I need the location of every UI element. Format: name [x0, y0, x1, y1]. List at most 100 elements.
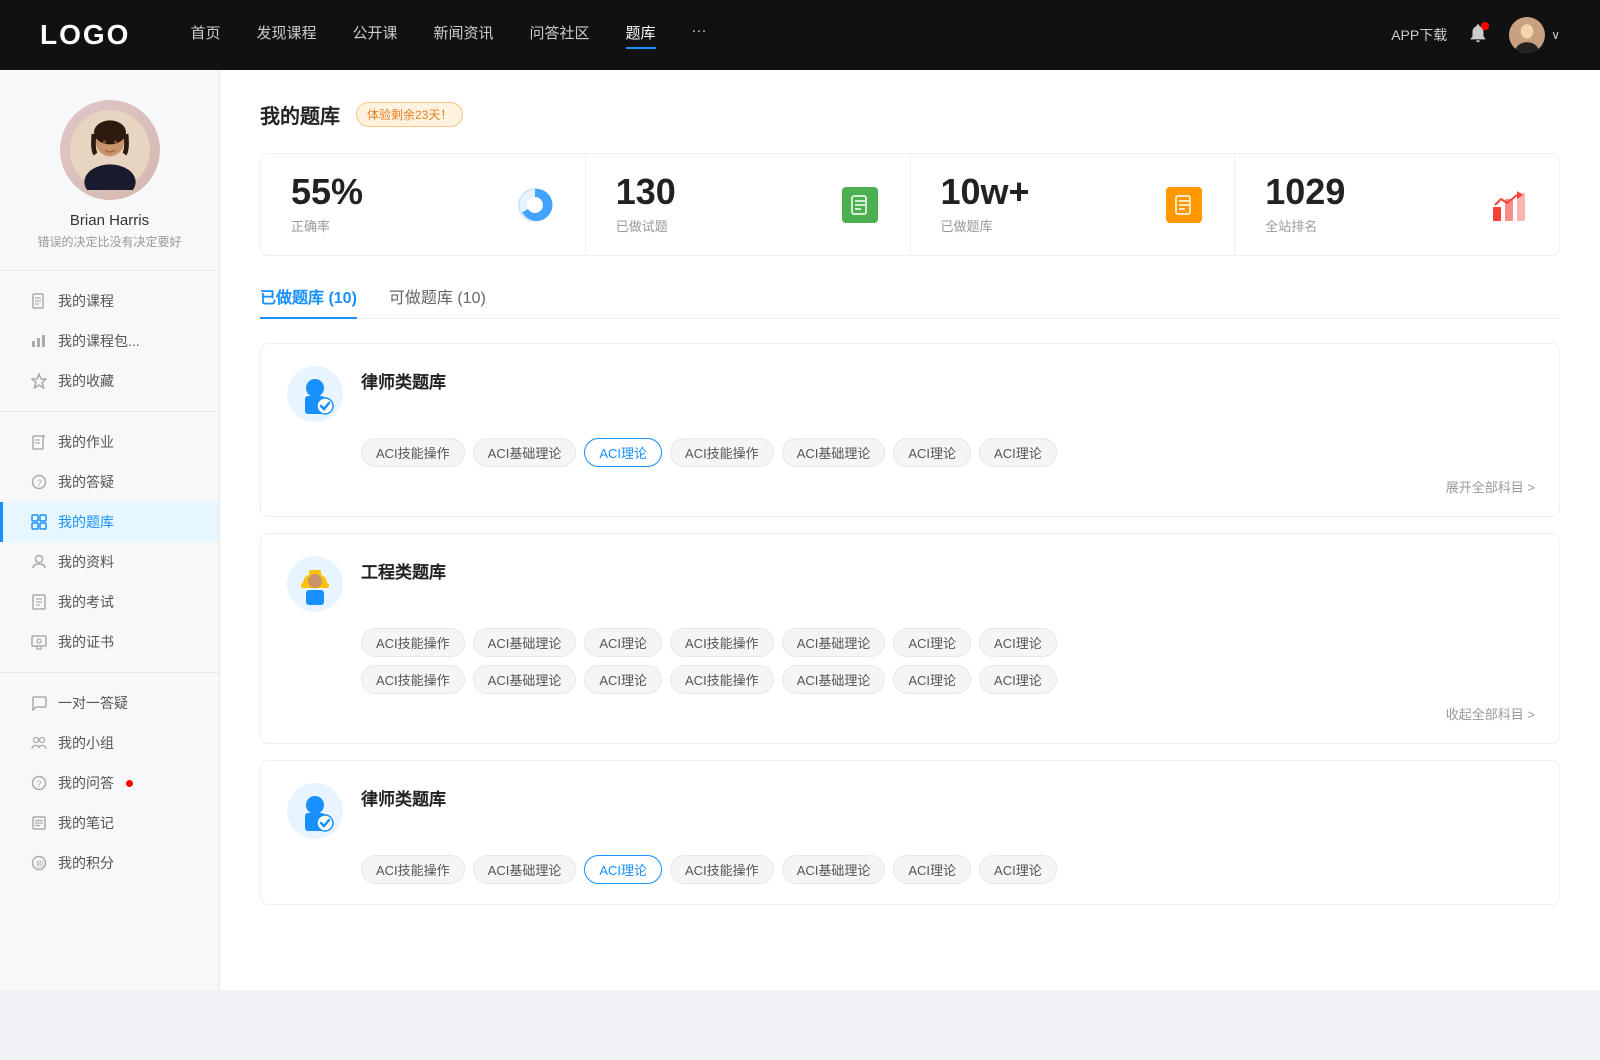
profile-avatar-image	[70, 110, 150, 190]
tag-eng-r1-0[interactable]: ACI技能操作	[361, 628, 465, 657]
tag-lawyer2-2[interactable]: ACI理论	[584, 855, 662, 884]
tag-eng-r2-3[interactable]: ACI技能操作	[670, 665, 774, 694]
avatar-image	[1509, 17, 1545, 53]
tag-lawyer1-0[interactable]: ACI技能操作	[361, 438, 465, 467]
tag-lawyer2-4[interactable]: ACI基础理论	[782, 855, 886, 884]
qbank-title-lawyer-1: 律师类题库	[361, 368, 446, 393]
stat-done-banks-value: 10w+	[941, 174, 1149, 210]
cert-icon	[30, 633, 48, 651]
sidebar-nav: 我的课程 我的课程包... 我的收藏	[0, 281, 219, 883]
stat-done-questions-label: 已做试题	[616, 216, 824, 235]
qbank-tags-lawyer-2: ACI技能操作 ACI基础理论 ACI理论 ACI技能操作 ACI基础理论 AC…	[361, 855, 1535, 884]
tag-lawyer2-0[interactable]: ACI技能操作	[361, 855, 465, 884]
tab-available-banks[interactable]: 可做题库 (10)	[389, 284, 486, 318]
sidebar-label-my-profile: 我的资料	[58, 552, 114, 572]
app-download-link[interactable]: APP下载	[1391, 25, 1447, 45]
edit-icon	[30, 433, 48, 451]
tag-eng-r1-1[interactable]: ACI基础理论	[473, 628, 577, 657]
tag-eng-r2-0[interactable]: ACI技能操作	[361, 665, 465, 694]
tag-eng-r2-4[interactable]: ACI基础理论	[782, 665, 886, 694]
profile-motto: 错误的决定比没有决定要好	[37, 233, 181, 250]
tag-lawyer2-3[interactable]: ACI技能操作	[670, 855, 774, 884]
nav-home[interactable]: 首页	[190, 22, 220, 49]
tag-lawyer1-3[interactable]: ACI技能操作	[670, 438, 774, 467]
qbank-card-engineer: 工程类题库 ACI技能操作 ACI基础理论 ACI理论 ACI技能操作 ACI基…	[260, 533, 1560, 744]
sidebar-label-my-homework: 我的作业	[58, 432, 114, 452]
collapse-link-engineer[interactable]: 收起全部科目 >	[285, 704, 1535, 723]
sidebar-divider-2	[0, 411, 219, 412]
sidebar-divider-3	[0, 672, 219, 673]
sidebar-item-my-exams[interactable]: 我的考试	[0, 582, 219, 622]
coin-icon: 积	[30, 854, 48, 872]
stat-done-banks-text: 10w+ 已做题库	[941, 174, 1149, 235]
qbank-title-engineer: 工程类题库	[361, 558, 446, 583]
qa-notification-dot	[126, 780, 133, 787]
svg-text:?: ?	[37, 478, 42, 488]
qbank-card-lawyer-2: 律师类题库 ACI技能操作 ACI基础理论 ACI理论 ACI技能操作 ACI基…	[260, 760, 1560, 905]
tag-eng-r2-5[interactable]: ACI理论	[893, 665, 971, 694]
sidebar-item-my-profile[interactable]: 我的资料	[0, 542, 219, 582]
sidebar-item-my-homework[interactable]: 我的作业	[0, 422, 219, 462]
nav-discover[interactable]: 发现课程	[256, 22, 316, 49]
sidebar-divider-1	[0, 270, 219, 271]
nav-qa[interactable]: 问答社区	[530, 22, 590, 49]
tag-lawyer1-2[interactable]: ACI理论	[584, 438, 662, 467]
accuracy-pie-icon	[515, 185, 555, 225]
tab-done-banks[interactable]: 已做题库 (10)	[260, 284, 357, 318]
tag-lawyer2-6[interactable]: ACI理论	[979, 855, 1057, 884]
sidebar-item-my-packages[interactable]: 我的课程包...	[0, 321, 219, 361]
sidebar-item-my-certs[interactable]: 我的证书	[0, 622, 219, 662]
sidebar-label-my-group: 我的小组	[58, 733, 114, 753]
sidebar-item-my-group[interactable]: 我的小组	[0, 723, 219, 763]
qa-icon: ?	[30, 774, 48, 792]
sidebar-item-my-qbank[interactable]: 我的题库	[0, 502, 219, 542]
tag-eng-r2-1[interactable]: ACI基础理论	[473, 665, 577, 694]
nav-open-course[interactable]: 公开课	[352, 22, 397, 49]
nav-news[interactable]: 新闻资讯	[434, 22, 494, 49]
expand-link-lawyer-1[interactable]: 展开全部科目 >	[285, 477, 1535, 496]
sidebar-item-one-on-one[interactable]: 一对一答疑	[0, 683, 219, 723]
notification-bell[interactable]	[1467, 22, 1489, 49]
nav-more[interactable]: ···	[692, 22, 707, 49]
main-content: 我的题库 体验剩余23天！ 55% 正确率	[220, 70, 1600, 990]
qbank-title-lawyer-2: 律师类题库	[361, 785, 446, 810]
stat-site-rank-text: 1029 全站排名	[1265, 174, 1473, 235]
page-header: 我的题库 体验剩余23天！	[260, 100, 1560, 129]
tag-eng-r2-6[interactable]: ACI理论	[979, 665, 1057, 694]
tag-lawyer2-1[interactable]: ACI基础理论	[473, 855, 577, 884]
tag-eng-r1-4[interactable]: ACI基础理论	[782, 628, 886, 657]
tag-lawyer1-4[interactable]: ACI基础理论	[782, 438, 886, 467]
logo[interactable]: LOGO	[40, 19, 130, 51]
nav-question-bank[interactable]: 题库	[626, 22, 656, 49]
tag-lawyer1-5[interactable]: ACI理论	[893, 438, 971, 467]
doc-icon	[30, 292, 48, 310]
chat-icon	[30, 694, 48, 712]
tag-eng-r1-5[interactable]: ACI理论	[893, 628, 971, 657]
sidebar-item-my-questions[interactable]: ? 我的答疑	[0, 462, 219, 502]
tabs-row: 已做题库 (10) 可做题库 (10)	[260, 284, 1560, 319]
sidebar-label-my-qbank: 我的题库	[58, 512, 114, 532]
tag-eng-r2-2[interactable]: ACI理论	[584, 665, 662, 694]
sidebar-item-my-courses[interactable]: 我的课程	[0, 281, 219, 321]
sidebar-item-my-notes[interactable]: 我的笔记	[0, 803, 219, 843]
sidebar-label-my-qa: 我的问答	[58, 773, 114, 793]
tag-eng-r1-3[interactable]: ACI技能操作	[670, 628, 774, 657]
tag-lawyer2-5[interactable]: ACI理论	[893, 855, 971, 884]
qbank-tags-engineer-row2: ACI技能操作 ACI基础理论 ACI理论 ACI技能操作 ACI基础理论 AC…	[361, 665, 1535, 694]
tag-lawyer1-1[interactable]: ACI基础理论	[473, 438, 577, 467]
sidebar-label-one-on-one: 一对一答疑	[58, 693, 128, 713]
sidebar-item-my-qa[interactable]: ? 我的问答	[0, 763, 219, 803]
tag-eng-r1-6[interactable]: ACI理论	[979, 628, 1057, 657]
done-banks-icon	[1164, 185, 1204, 225]
tag-lawyer1-6[interactable]: ACI理论	[979, 438, 1057, 467]
stat-accuracy-value: 55%	[291, 174, 499, 210]
engineer-icon	[285, 554, 345, 614]
qbank-card-engineer-header: 工程类题库	[285, 554, 1535, 614]
tag-eng-r1-2[interactable]: ACI理论	[584, 628, 662, 657]
main-nav: 首页 发现课程 公开课 新闻资讯 问答社区 题库 ···	[190, 22, 1391, 49]
stat-done-questions: 130 已做试题	[586, 154, 911, 255]
sidebar-item-my-favorites[interactable]: 我的收藏	[0, 361, 219, 401]
user-avatar-wrapper[interactable]: ∨	[1509, 17, 1560, 53]
qbank-card-lawyer-2-header: 律师类题库	[285, 781, 1535, 841]
sidebar-item-my-points[interactable]: 积 我的积分	[0, 843, 219, 883]
